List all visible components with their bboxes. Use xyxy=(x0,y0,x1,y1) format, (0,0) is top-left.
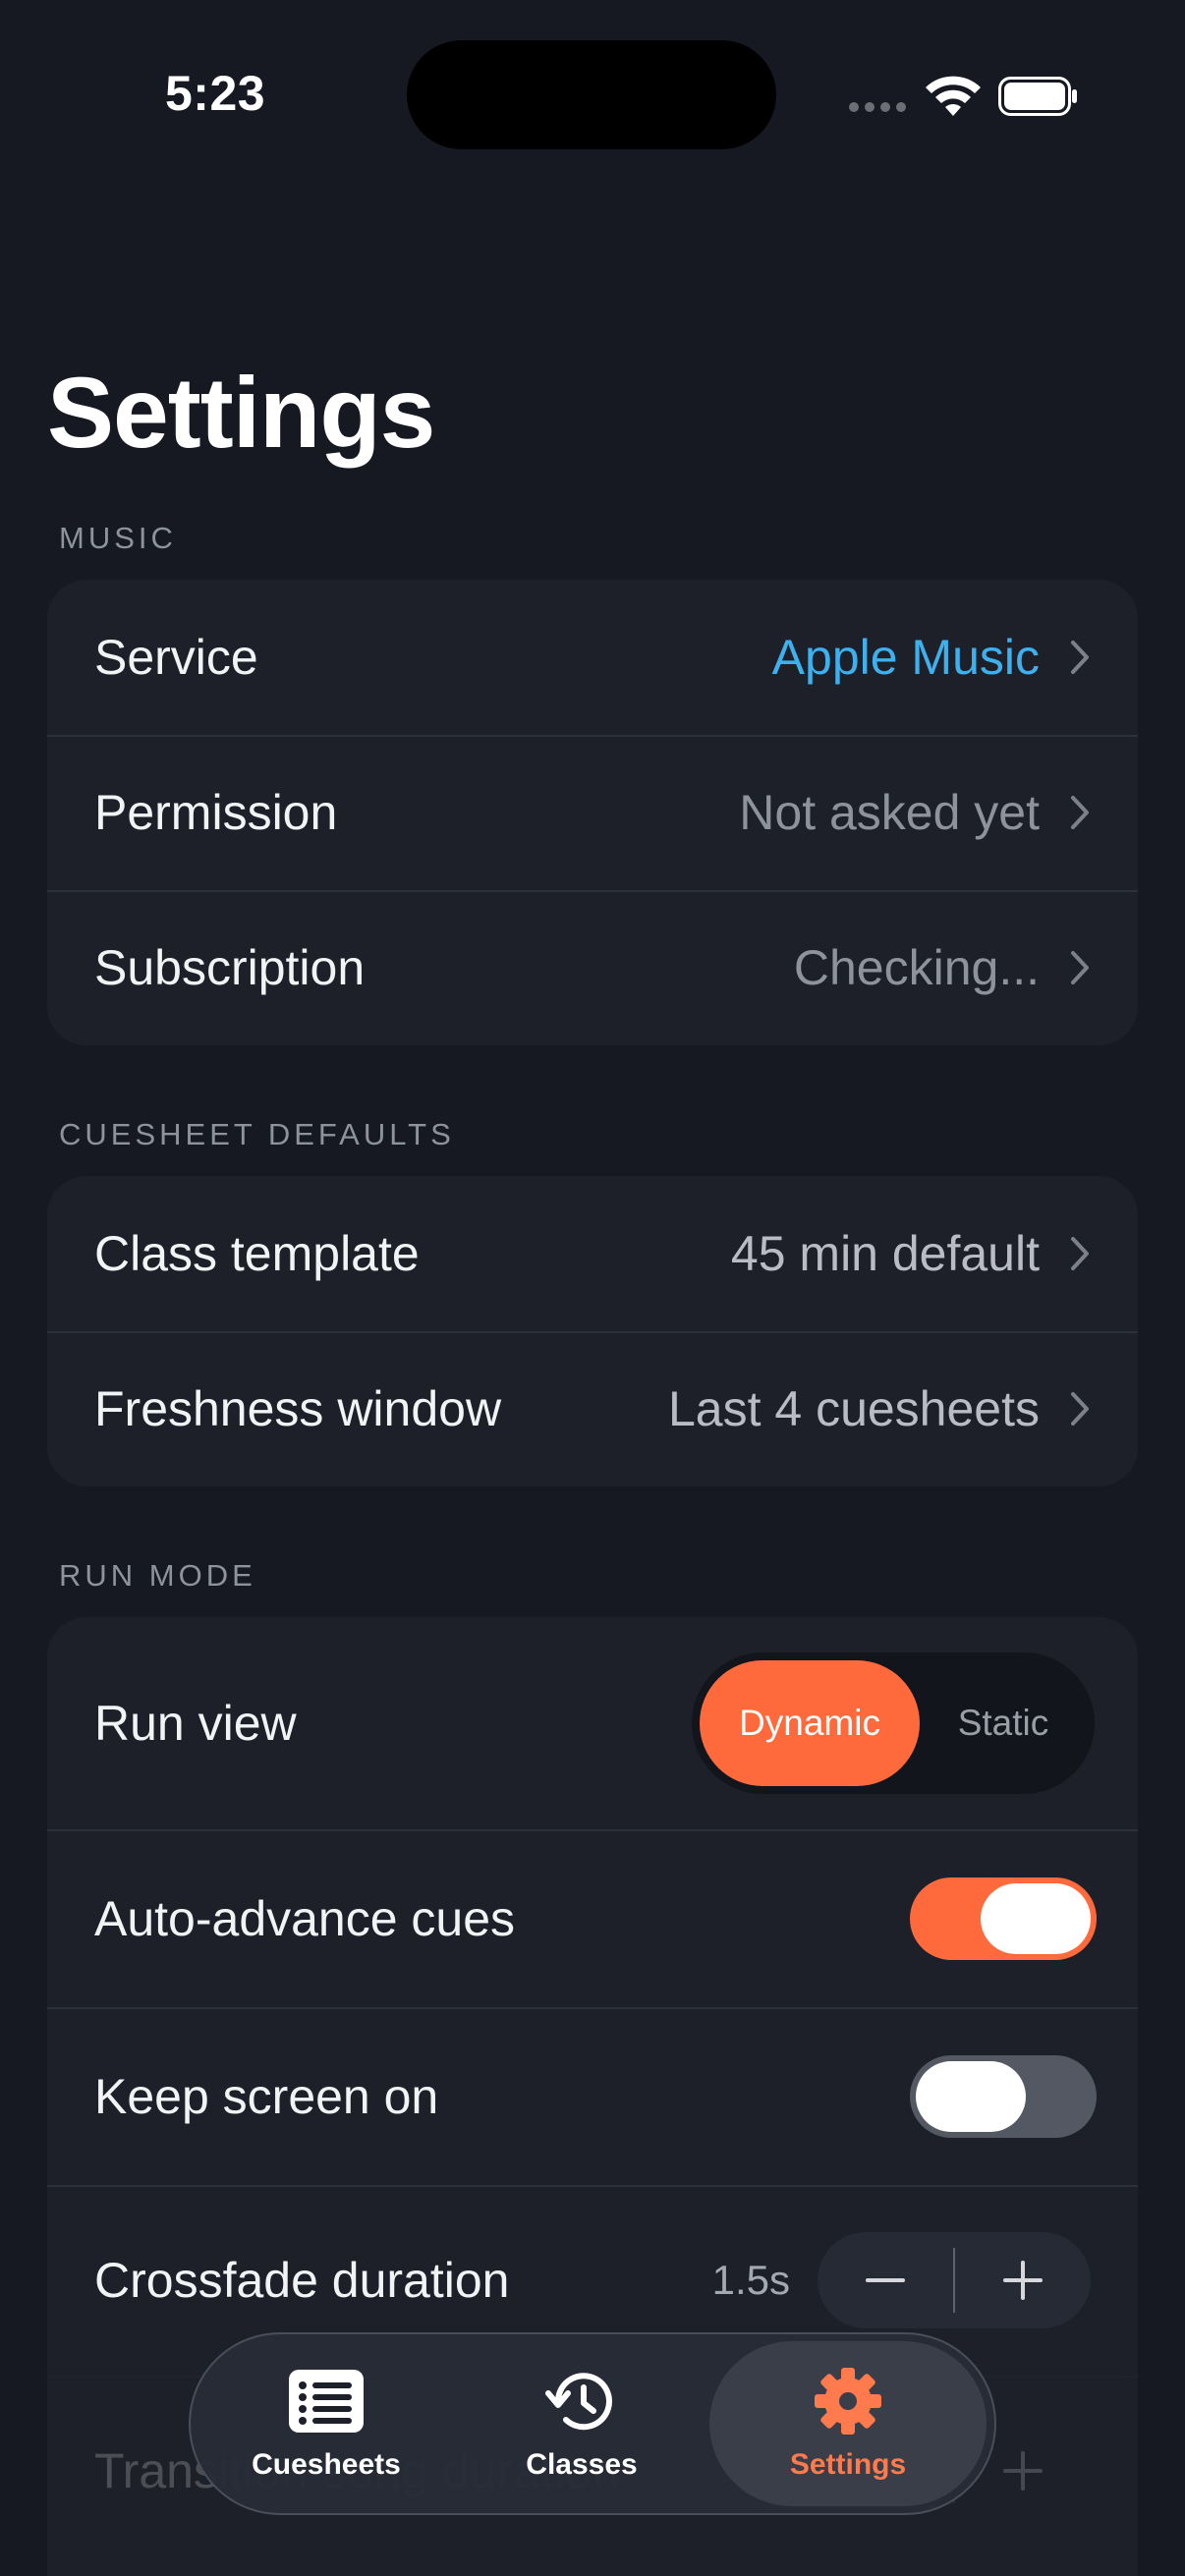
chevron-right-icon xyxy=(1071,641,1089,674)
service-value: Apple Music xyxy=(771,630,1040,685)
section-header-cuesheet-defaults: CUESHEET DEFAULTS xyxy=(59,1117,455,1151)
music-group: Service Apple Music Permission Not asked… xyxy=(47,580,1138,1045)
service-row[interactable]: Service Apple Music xyxy=(47,580,1138,735)
keep-screen-on-toggle[interactable] xyxy=(910,2054,1097,2138)
chevron-right-icon xyxy=(1071,796,1089,829)
gear-icon xyxy=(815,2368,881,2435)
history-icon xyxy=(545,2373,612,2431)
tab-label-classes: Classes xyxy=(526,2448,638,2481)
tab-cuesheets[interactable]: Cuesheets xyxy=(198,2341,454,2506)
keep-screen-on-row: Keep screen on xyxy=(47,2007,1138,2185)
cuesheet-defaults-group: Class template 45 min default Freshness … xyxy=(47,1176,1138,1486)
settings-screen: 5:23 Settings MUSIC Service Apple Music … xyxy=(0,0,1185,2576)
run-view-label: Run view xyxy=(94,1696,297,1751)
auto-advance-row: Auto-advance cues xyxy=(47,1829,1138,2007)
crossfade-increment-button[interactable] xyxy=(955,2232,1091,2328)
crossfade-decrement-button[interactable] xyxy=(818,2232,953,2328)
wifi-icon xyxy=(926,76,981,116)
list-icon xyxy=(289,2370,364,2433)
service-label: Service xyxy=(94,630,258,685)
status-time: 5:23 xyxy=(165,66,266,121)
keep-screen-on-label: Keep screen on xyxy=(94,2068,439,2124)
minus-icon xyxy=(866,2278,905,2282)
class-template-row[interactable]: Class template 45 min default xyxy=(47,1176,1138,1331)
section-header-music: MUSIC xyxy=(59,521,177,555)
dynamic-island xyxy=(407,40,776,149)
subscription-row[interactable]: Subscription Checking... xyxy=(47,890,1138,1045)
freshness-window-label: Freshness window xyxy=(94,1381,502,1436)
auto-advance-label: Auto-advance cues xyxy=(94,1890,516,1946)
permission-label: Permission xyxy=(94,785,338,840)
section-header-run-mode: RUN MODE xyxy=(59,1558,256,1593)
segment-dynamic[interactable]: Dynamic xyxy=(700,1660,920,1786)
auto-advance-toggle[interactable] xyxy=(910,1876,1097,1960)
crossfade-value: 1.5s xyxy=(711,2257,790,2303)
chevron-right-icon xyxy=(1071,1392,1089,1426)
class-template-value: 45 min default xyxy=(730,1226,1040,1281)
chevron-right-icon xyxy=(1071,1237,1089,1270)
tab-label-cuesheets: Cuesheets xyxy=(252,2448,401,2481)
subscription-value: Checking... xyxy=(793,940,1040,995)
chevron-right-icon xyxy=(1071,951,1089,984)
class-template-label: Class template xyxy=(94,1226,420,1281)
page-title: Settings xyxy=(47,357,435,469)
toggle-knob xyxy=(916,2060,1026,2132)
freshness-window-value: Last 4 cuesheets xyxy=(667,1381,1040,1436)
freshness-window-row[interactable]: Freshness window Last 4 cuesheets xyxy=(47,1331,1138,1486)
segment-static[interactable]: Static xyxy=(920,1660,1087,1786)
plus-icon xyxy=(1003,2261,1043,2300)
crossfade-label: Crossfade duration xyxy=(94,2253,510,2308)
tab-settings[interactable]: Settings xyxy=(709,2341,987,2506)
run-view-row: Run view Dynamic Static xyxy=(47,1617,1138,1829)
crossfade-stepper xyxy=(818,2232,1091,2328)
plus-icon xyxy=(1003,2451,1043,2491)
tab-label-settings: Settings xyxy=(789,2448,907,2481)
subscription-label: Subscription xyxy=(94,940,366,995)
permission-value: Not asked yet xyxy=(739,785,1040,840)
battery-icon xyxy=(998,77,1077,116)
tab-bar: Cuesheets Classes Settings xyxy=(189,2332,996,2515)
cellular-signal-icon xyxy=(849,102,906,112)
run-view-segmented-control: Dynamic Static xyxy=(692,1652,1095,1794)
tab-classes[interactable]: Classes xyxy=(454,2341,709,2506)
permission-row[interactable]: Permission Not asked yet xyxy=(47,735,1138,890)
toggle-knob xyxy=(981,1882,1091,1954)
